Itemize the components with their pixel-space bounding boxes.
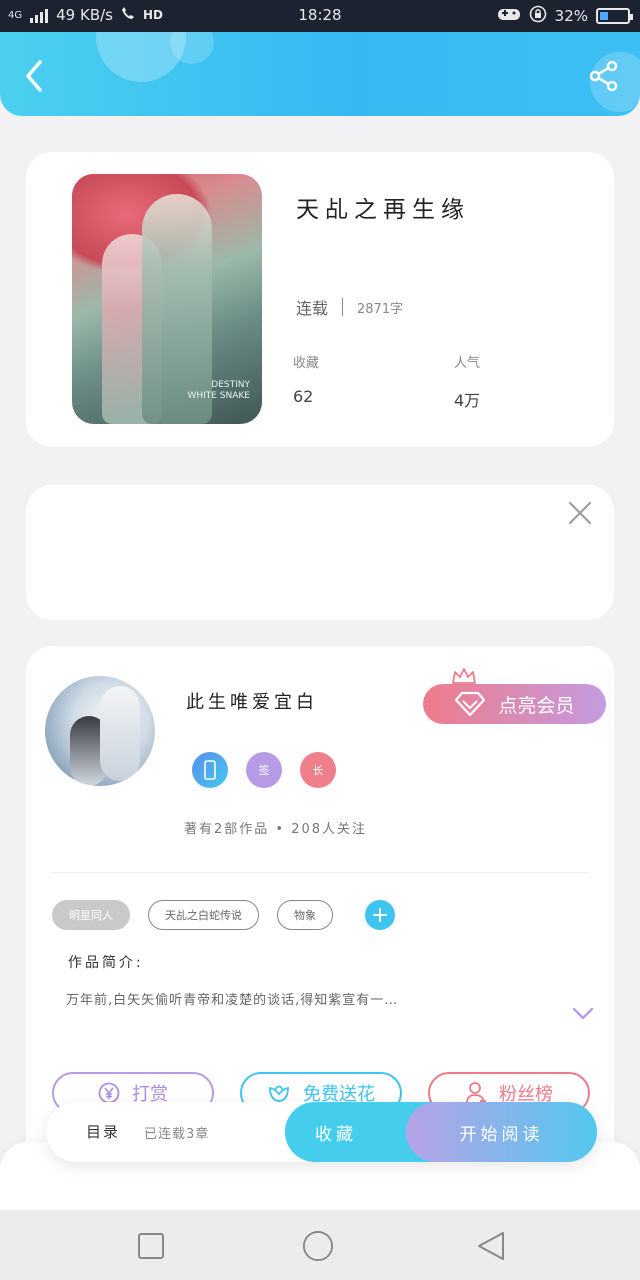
start-reading-label: 开始阅读: [459, 1124, 544, 1145]
book-info-card: DESTINY WHITE SNAKE 天乩之再生缘 连载 2871字 收藏 6…: [26, 152, 614, 447]
flower-icon: [269, 1085, 289, 1102]
square-icon: [138, 1233, 164, 1259]
system-nav-bar: [0, 1210, 640, 1280]
popularity-label: 人气: [454, 356, 481, 371]
battery-percent: 32%: [554, 7, 588, 25]
cover-caption: DESTINY WHITE SNAKE: [187, 380, 250, 401]
chevron-down-icon: [572, 1007, 594, 1020]
book-status: 连载 2871字: [296, 295, 403, 319]
mobile-badge: [192, 752, 228, 788]
bottom-action-bar: 目录 已连载3章 收藏 开始阅读: [46, 1102, 597, 1162]
favorites-value: 62: [293, 387, 314, 406]
gamepad-icon: [497, 6, 521, 26]
vip-button[interactable]: 点亮会员: [423, 684, 606, 724]
tag-list: 明星同人 天乩之白蛇传说 物象 +: [52, 900, 395, 930]
phone-badge-icon: [204, 760, 216, 780]
ad-card: [26, 485, 614, 620]
crown-icon: [452, 668, 476, 684]
popularity-stat: 人气 4万: [454, 352, 480, 411]
popularity-value: 4万: [454, 391, 481, 410]
tag-item[interactable]: 明星同人: [52, 900, 130, 930]
intro-heading: 作品简介:: [68, 955, 144, 971]
divider: [342, 298, 344, 316]
book-title: 天乩之再生缘: [296, 197, 470, 223]
add-tag-button[interactable]: +: [365, 900, 395, 930]
diamond-icon: [455, 691, 486, 717]
back-button[interactable]: [12, 54, 56, 98]
start-reading-button[interactable]: 开始阅读: [406, 1102, 597, 1162]
chapter-status: 已连载3章: [144, 1127, 210, 1142]
back-nav-button[interactable]: [475, 1230, 507, 1262]
status-bar: 4G 49 KB/s HD 18:28 32%: [0, 0, 640, 32]
recents-button[interactable]: [135, 1230, 167, 1262]
battery-icon: [596, 8, 633, 24]
section-divider: [52, 872, 588, 873]
yuan-icon: [98, 1082, 120, 1104]
word-count: 2871字: [357, 301, 404, 317]
signed-badge: 签: [246, 752, 282, 788]
share-button[interactable]: [582, 54, 626, 98]
book-cover[interactable]: DESTINY WHITE SNAKE: [72, 174, 262, 424]
author-card: 此生唯爱宜白 点亮会员 签 长 著有2部作品 • 208人关注 明星同人 天乩之…: [26, 646, 614, 1166]
chevron-left-icon: [26, 60, 42, 92]
tag-item[interactable]: 物象: [277, 900, 333, 930]
circle-icon: [302, 1230, 334, 1262]
triangle-back-icon: [478, 1232, 504, 1260]
author-badges: 签 长: [192, 752, 336, 788]
lock-rotation-icon: [529, 5, 547, 27]
top-header: [0, 32, 640, 116]
home-button[interactable]: [302, 1230, 334, 1262]
favorite-label: 收藏: [315, 1124, 357, 1145]
author-name: 此生唯爱宜白: [186, 692, 318, 713]
toc-button[interactable]: 目录: [86, 1121, 120, 1142]
serial-status: 连载: [296, 299, 329, 318]
close-icon: [568, 501, 592, 525]
favorites-stat: 收藏 62: [293, 352, 319, 406]
author-stats: 著有2部作品 • 208人关注: [184, 822, 368, 837]
favorites-label: 收藏: [293, 356, 320, 371]
avatar[interactable]: [45, 676, 155, 786]
tag-item[interactable]: 天乩之白蛇传说: [148, 900, 259, 930]
longterm-badge: 长: [300, 752, 336, 788]
vip-label: 点亮会员: [498, 694, 575, 717]
intro-text: 万年前,白矢矢偷听青帝和凌楚的谈话,得知紫宣有一…: [66, 993, 399, 1008]
share-icon: [589, 60, 618, 92]
close-button[interactable]: [566, 499, 594, 527]
plus-icon: +: [370, 902, 390, 928]
expand-button[interactable]: [572, 1006, 594, 1025]
